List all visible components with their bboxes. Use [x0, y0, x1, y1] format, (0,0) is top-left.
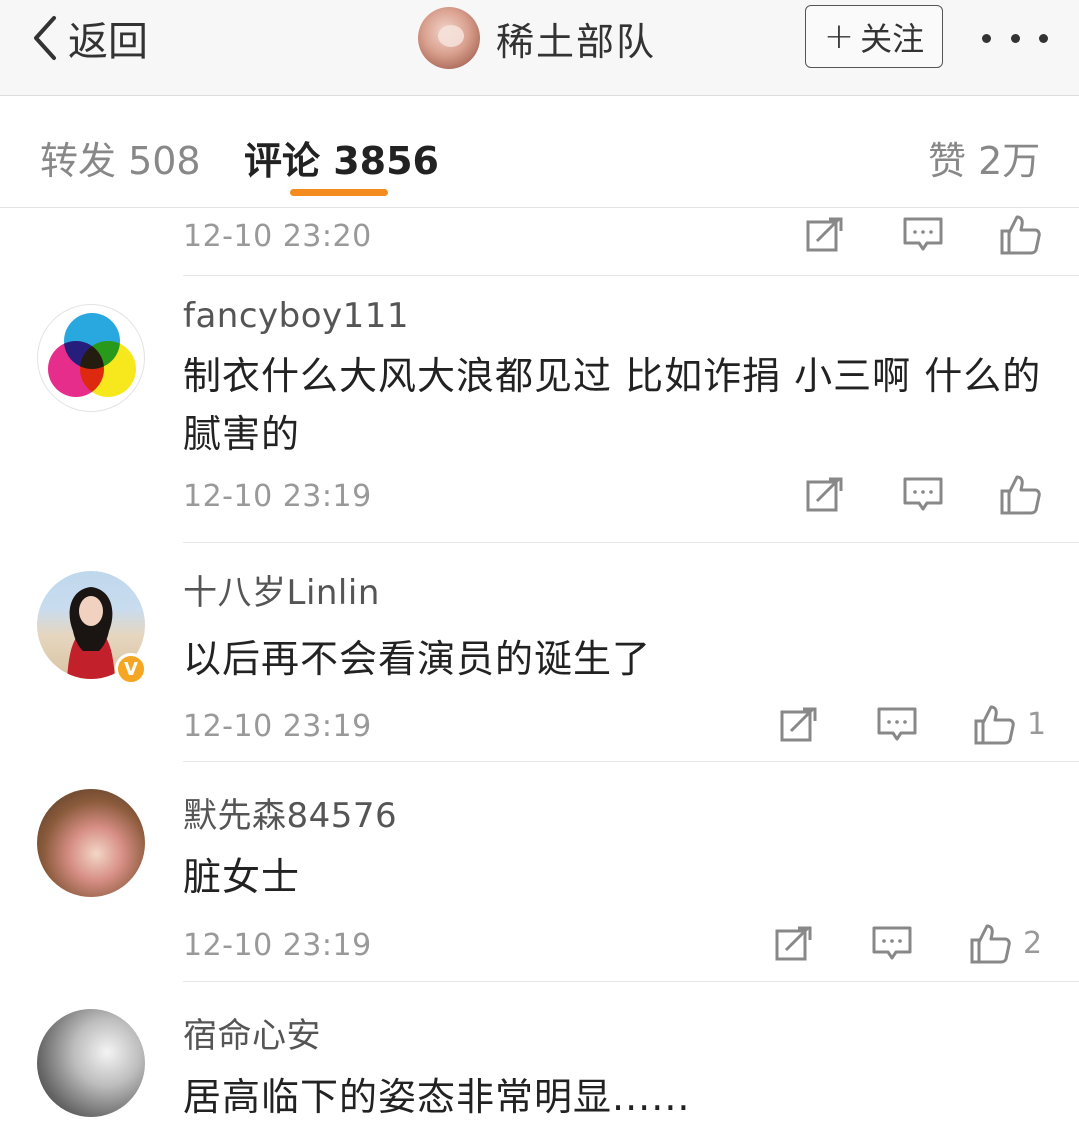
comment-text: 以后再不会看演员的诞生了	[183, 637, 652, 681]
comment-username[interactable]: fancyboy111	[183, 296, 409, 336]
comment-icon[interactable]	[901, 213, 945, 257]
thumbs-up-icon[interactable]	[998, 213, 1042, 257]
back-button[interactable]: 返回	[28, 12, 148, 65]
comment-meta: 12-10 23:19 1	[183, 703, 1079, 753]
divider	[183, 275, 1079, 276]
comment-text: 居高临下的姿态非常明显......	[183, 1075, 691, 1119]
comment-meta: 12-10 23:19 2	[183, 922, 1079, 972]
follow-label: 关注	[860, 19, 925, 58]
like-count: 1	[1027, 707, 1047, 742]
comment-username[interactable]: 默先森84576	[183, 788, 397, 837]
nav-bar: 返回 稀土部队 + 关注	[0, 0, 1079, 96]
comment-icon[interactable]	[875, 703, 919, 747]
tab-comment[interactable]: 评论 3856	[244, 130, 439, 185]
avatar[interactable]	[37, 1009, 145, 1117]
dot	[1039, 33, 1048, 43]
like-count: 2	[1023, 926, 1043, 961]
active-tab-indicator	[290, 189, 388, 196]
dot	[1010, 33, 1020, 43]
comment-time: 12-10 23:19	[183, 709, 372, 744]
comment-time: 12-10 23:20	[183, 219, 372, 254]
divider	[183, 542, 1079, 543]
plus-icon: +	[823, 16, 855, 57]
tab-like[interactable]: 赞 2万	[928, 130, 1040, 185]
comment-list: 12-10 23:20 fancyboy111 制衣什么大风大浪都见过 比如诈捐…	[0, 209, 1079, 1137]
comment-time: 12-10 23:19	[183, 479, 372, 514]
repost-icon[interactable]	[777, 703, 821, 747]
avatar[interactable]	[37, 304, 145, 412]
comment-meta: 12-10 23:20	[183, 213, 1079, 263]
repost-icon[interactable]	[772, 922, 816, 966]
thumbs-up-icon[interactable]	[972, 703, 1016, 747]
comment-text: 制衣什么大风大浪都见过 比如诈捐 小三啊 什么的 腻害的	[183, 354, 1042, 456]
page-title: 稀土部队	[496, 19, 657, 64]
tab-repost[interactable]: 转发 508	[40, 130, 201, 185]
comment-meta: 12-10 23:19	[183, 473, 1079, 523]
comment-time: 12-10 23:19	[183, 928, 372, 963]
thumbs-up-icon[interactable]	[968, 922, 1012, 966]
comment-text: 脏女士	[183, 855, 301, 899]
dot	[982, 33, 991, 43]
tab-bar: 转发 508 评论 3856 赞 2万	[0, 96, 1079, 208]
divider	[183, 981, 1079, 982]
chevron-left-icon	[34, 16, 56, 60]
comment-username[interactable]: 十八岁Linlin	[183, 565, 380, 614]
follow-button[interactable]: + 关注	[805, 5, 943, 68]
repost-icon[interactable]	[803, 213, 847, 257]
comment-icon[interactable]	[870, 922, 914, 966]
avatar[interactable]	[37, 789, 145, 897]
thumbs-up-icon[interactable]	[998, 473, 1042, 517]
profile-header[interactable]: 稀土部队	[418, 7, 657, 69]
more-dots-icon[interactable]	[982, 28, 1048, 48]
comment-icon[interactable]	[901, 473, 945, 517]
comment-username[interactable]: 宿命心安	[183, 1008, 321, 1057]
repost-icon[interactable]	[803, 473, 847, 517]
back-label: 返回	[68, 19, 148, 65]
verified-badge: V	[115, 653, 147, 685]
divider	[183, 761, 1079, 762]
avatar[interactable]	[418, 7, 480, 69]
